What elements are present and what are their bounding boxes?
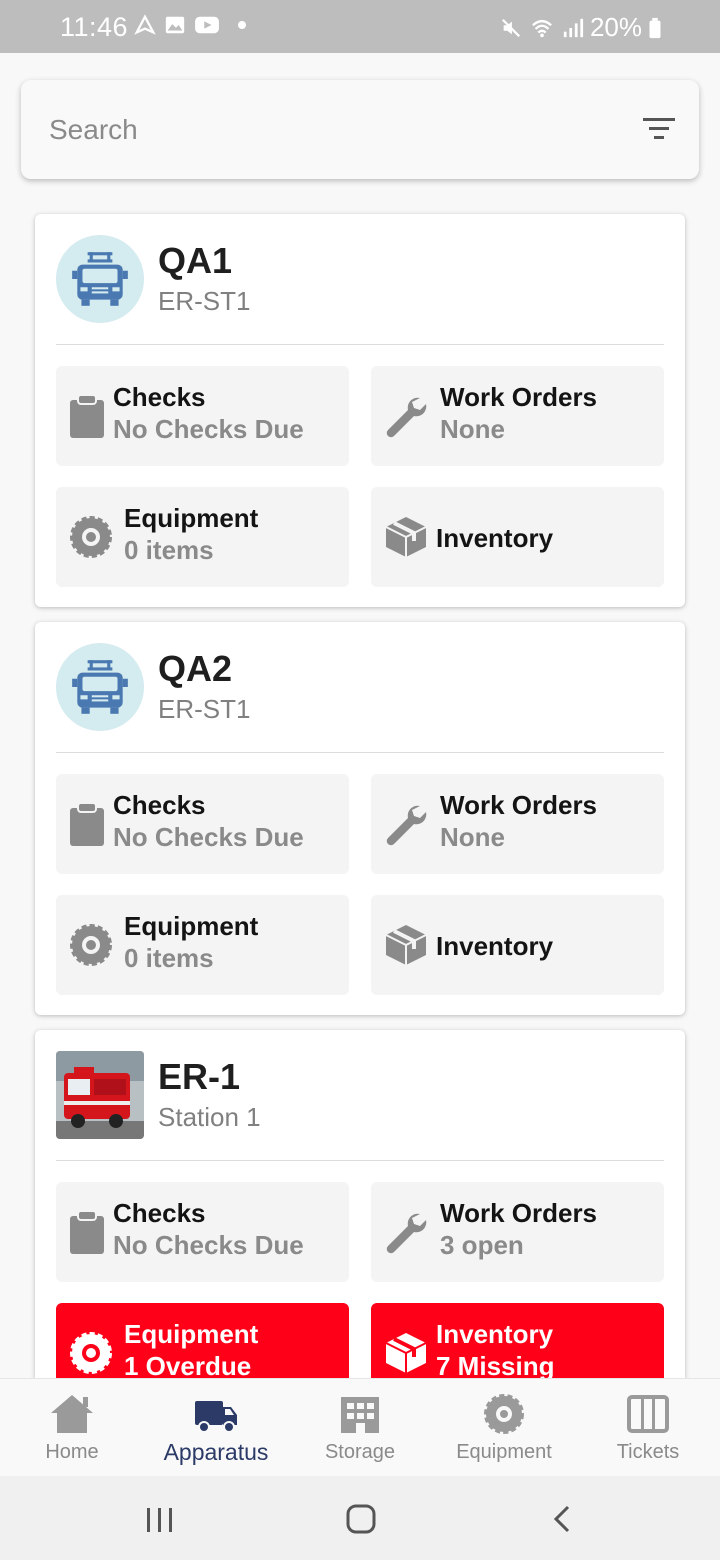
apparatus-name: ER-1 <box>158 1056 241 1097</box>
nav-equipment[interactable]: Equipment <box>432 1379 576 1477</box>
search-input[interactable] <box>49 110 609 150</box>
equipment-tile[interactable]: Equipment 0 items <box>56 487 349 587</box>
nav-tickets-label: Tickets <box>616 1441 680 1463</box>
equipment-value: 0 items <box>124 943 214 973</box>
nav-storage-label: Storage <box>324 1441 396 1463</box>
saw-blade-icon <box>70 924 112 966</box>
apparatus-name: QA1 <box>158 240 233 281</box>
clipboard-icon <box>70 394 104 438</box>
box-icon <box>385 1333 427 1373</box>
image-icon <box>165 16 185 34</box>
back-icon[interactable] <box>546 1504 580 1534</box>
nav-apparatus-label: Apparatus <box>163 1439 269 1465</box>
home-button-icon[interactable] <box>344 1504 378 1534</box>
status-time: 11:46 <box>60 12 129 42</box>
work-orders-label: Work Orders <box>440 1198 598 1228</box>
apparatus-station: ER-ST1 <box>158 694 251 724</box>
card-divider <box>56 344 664 345</box>
wifi-icon <box>532 19 552 37</box>
work-orders-tile[interactable]: Work Orders 3 open <box>371 1182 664 1282</box>
inventory-label: Inventory <box>436 931 554 961</box>
status-bar: 11:46 20% <box>0 0 720 53</box>
nav-home-label: Home <box>45 1441 99 1463</box>
nav-tickets[interactable]: Tickets <box>576 1379 720 1477</box>
inventory-tile[interactable]: Inventory <box>371 487 664 587</box>
inventory-label: Inventory <box>436 1319 554 1349</box>
inventory-label: Inventory <box>436 523 554 553</box>
saw-blade-icon <box>70 1332 112 1374</box>
truck-icon <box>195 1401 237 1433</box>
navigation-icon <box>134 14 156 35</box>
nav-apparatus[interactable]: Apparatus <box>144 1379 288 1477</box>
card-divider <box>56 752 664 753</box>
equipment-value: 0 items <box>124 535 214 565</box>
inventory-tile[interactable]: Inventory <box>371 895 664 995</box>
home-icon <box>51 1395 93 1433</box>
wrench-icon <box>386 397 427 438</box>
work-orders-value: 3 open <box>440 1230 524 1260</box>
box-icon <box>385 925 427 965</box>
nav-equipment-label: Equipment <box>456 1441 552 1463</box>
mute-icon <box>501 18 521 37</box>
fire-truck-photo <box>56 1051 144 1139</box>
dot-icon <box>238 21 246 29</box>
youtube-icon <box>195 16 219 34</box>
work-orders-label: Work Orders <box>440 790 598 820</box>
columns-icon <box>627 1395 669 1433</box>
system-navigation <box>0 1476 720 1560</box>
equipment-label: Equipment <box>124 911 259 941</box>
checks-value: No Checks Due <box>113 414 304 444</box>
filter-icon[interactable] <box>641 114 677 144</box>
work-orders-tile[interactable]: Work Orders None <box>371 366 664 466</box>
checks-tile[interactable]: Checks No Checks Due <box>56 774 349 874</box>
signal-icon <box>563 18 584 37</box>
wrench-icon <box>386 1213 427 1254</box>
clipboard-icon <box>70 802 104 846</box>
work-orders-label: Work Orders <box>440 382 598 412</box>
battery-percent: 20% <box>589 12 642 42</box>
battery-icon <box>649 17 661 38</box>
fire-truck-photo-icon <box>56 1051 144 1139</box>
checks-label: Checks <box>113 790 206 820</box>
checks-label: Checks <box>113 1198 206 1228</box>
work-orders-value: None <box>440 414 505 444</box>
apparatus-station: ER-ST1 <box>158 286 251 316</box>
fire-truck-avatar <box>56 235 144 323</box>
equipment-tile[interactable]: Equipment 0 items <box>56 895 349 995</box>
apparatus-card[interactable]: QA2 ER-ST1 Checks No Checks Due Work Ord… <box>35 622 685 1015</box>
building-icon <box>341 1397 379 1433</box>
saw-blade-icon <box>70 516 112 558</box>
work-orders-tile[interactable]: Work Orders None <box>371 774 664 874</box>
nav-storage[interactable]: Storage <box>288 1379 432 1477</box>
box-icon <box>385 517 427 557</box>
fire-truck-icon <box>72 660 128 714</box>
checks-tile[interactable]: Checks No Checks Due <box>56 1182 349 1282</box>
apparatus-card[interactable]: ER-1 Station 1 Checks No Checks Due Work… <box>35 1030 685 1403</box>
bottom-navigation: Home Apparatus Storage Equipment Tickets <box>0 1378 720 1476</box>
card-divider <box>56 1160 664 1161</box>
nav-home[interactable]: Home <box>0 1379 144 1477</box>
work-orders-value: None <box>440 822 505 852</box>
apparatus-station: Station 1 <box>158 1102 261 1132</box>
apparatus-name: QA2 <box>158 648 233 689</box>
search-bar <box>21 80 699 179</box>
fire-truck-avatar <box>56 643 144 731</box>
clipboard-icon <box>70 1210 104 1254</box>
fire-truck-icon <box>72 252 128 306</box>
checks-value: No Checks Due <box>113 822 304 852</box>
equipment-label: Equipment <box>124 1319 259 1349</box>
checks-value: No Checks Due <box>113 1230 304 1260</box>
apparatus-card[interactable]: QA1 ER-ST1 Checks No Checks Due Work Ord… <box>35 214 685 607</box>
wrench-icon <box>386 805 427 846</box>
saw-blade-icon <box>484 1394 524 1434</box>
checks-tile[interactable]: Checks No Checks Due <box>56 366 349 466</box>
equipment-label: Equipment <box>124 503 259 533</box>
checks-label: Checks <box>113 382 206 412</box>
recent-apps-icon[interactable] <box>143 1504 177 1534</box>
